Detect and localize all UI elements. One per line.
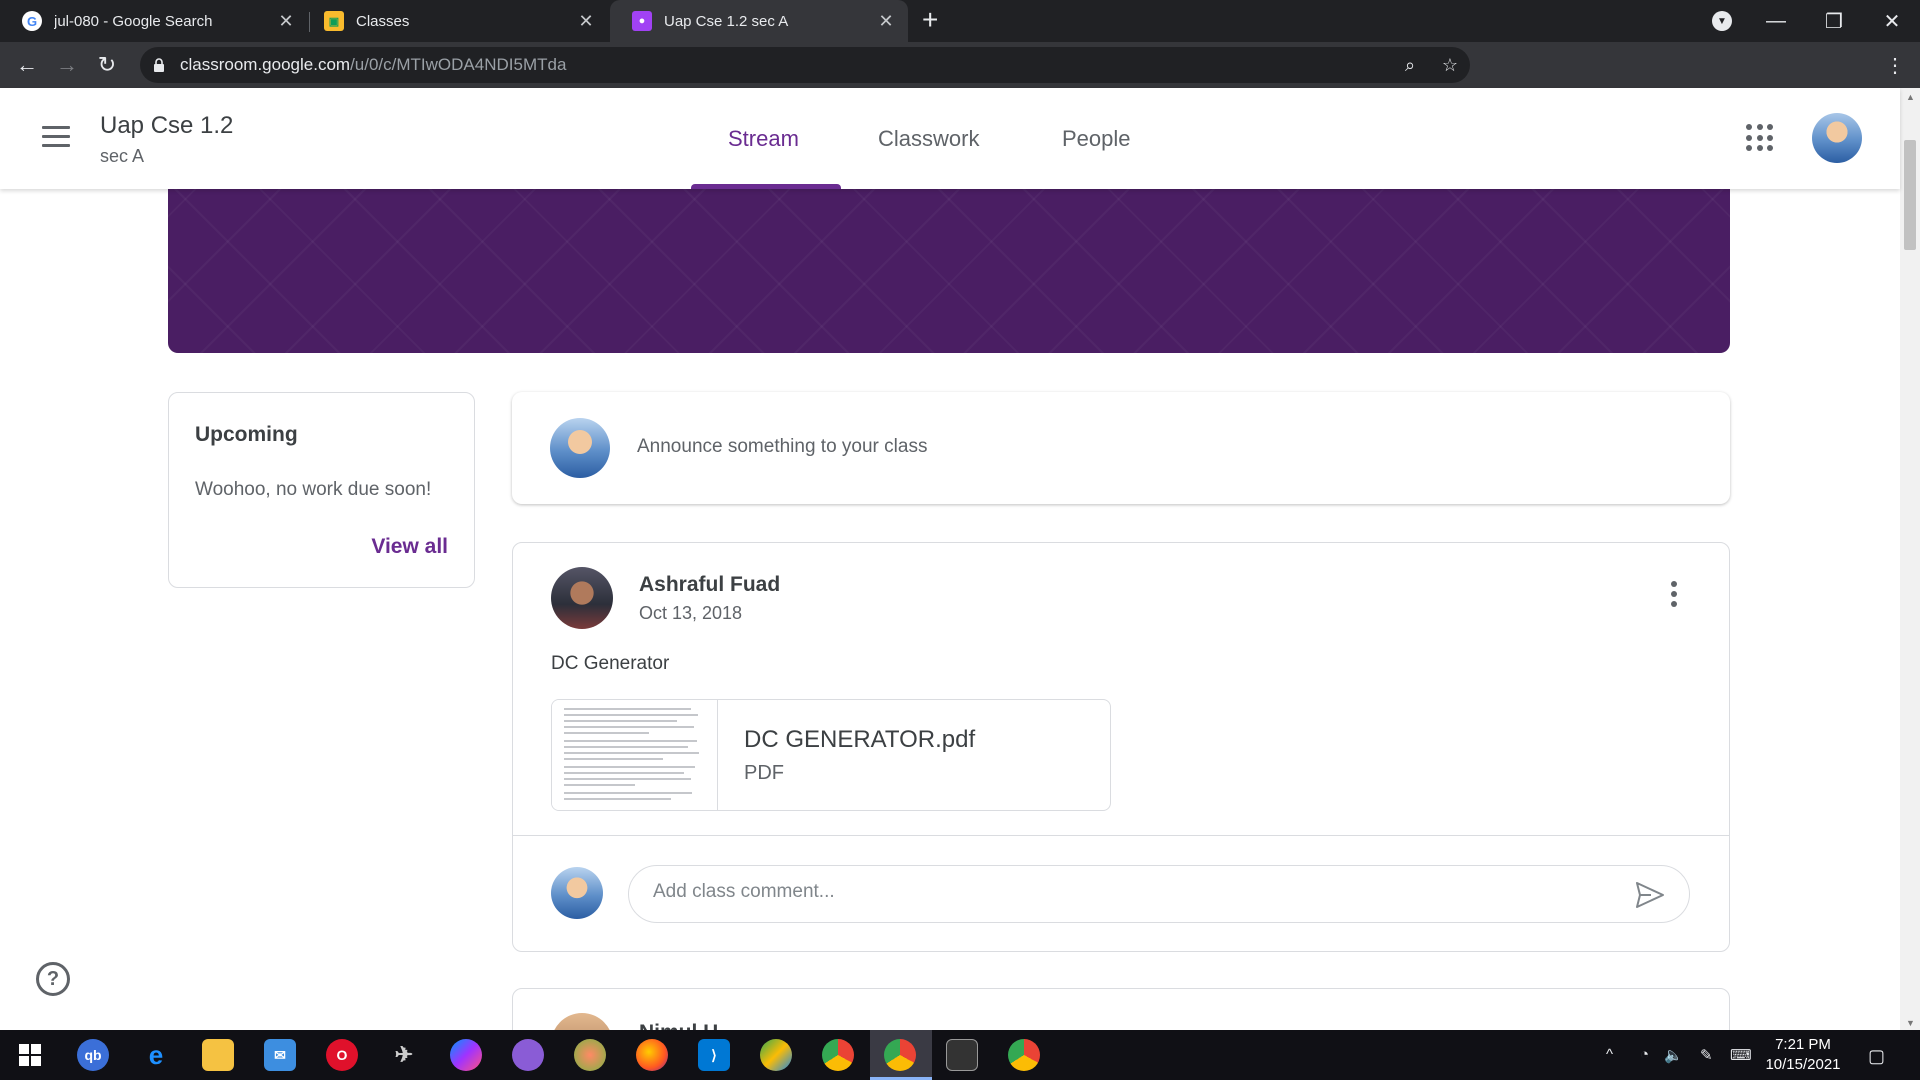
classroom-icon: ▣ xyxy=(324,11,344,31)
messenger-icon[interactable] xyxy=(450,1039,482,1071)
scroll-up-icon[interactable]: ▲ xyxy=(1906,92,1915,102)
scrollbar[interactable]: ▲ ▼ xyxy=(1900,88,1920,1030)
vscode-icon[interactable]: ⟩ xyxy=(698,1039,730,1071)
tab-search-icon[interactable]: ▼ xyxy=(1712,11,1732,31)
post-author: Ashraful Fuad xyxy=(639,573,781,596)
view-all-link[interactable]: View all xyxy=(371,535,448,559)
terminal-icon[interactable] xyxy=(946,1039,978,1071)
announce-placeholder[interactable]: Announce something to your class xyxy=(637,436,927,458)
restore-icon[interactable]: ❐ xyxy=(1804,0,1864,42)
close-tab-icon[interactable]: ✕ xyxy=(272,11,300,32)
class-title[interactable]: Uap Cse 1.2 xyxy=(100,112,233,140)
post-date: Oct 13, 2018 xyxy=(639,603,743,623)
attachment-name: DC GENERATOR.pdf xyxy=(744,726,976,753)
post-body: DC Generator xyxy=(551,653,670,674)
bookmark-star-icon[interactable]: ☆ xyxy=(1430,55,1470,76)
paint-icon[interactable] xyxy=(574,1039,606,1071)
more-options-icon[interactable] xyxy=(1671,581,1677,611)
scrollbar-thumb[interactable] xyxy=(1904,140,1916,250)
pdf-thumbnail xyxy=(552,700,718,810)
tab-google-search[interactable]: G jul-080 - Google Search ✕ xyxy=(0,0,308,42)
announce-box[interactable]: Announce something to your class xyxy=(512,392,1730,504)
stream-page: Upcoming Woohoo, no work due soon! View … xyxy=(0,88,1900,1030)
taskbar-clock[interactable]: 7:21 PM 10/15/2021 xyxy=(1758,1035,1848,1075)
opera-icon[interactable]: O xyxy=(326,1039,358,1071)
clock-date: 10/15/2021 xyxy=(1765,1056,1841,1073)
comment-field[interactable] xyxy=(628,865,1690,923)
chrome-profile-icon[interactable] xyxy=(1008,1039,1040,1071)
active-tab-indicator xyxy=(691,184,841,189)
stream-post: Nimul H... xyxy=(512,988,1730,1030)
qbittorrent-icon[interactable]: qb xyxy=(77,1039,109,1071)
classroom-class-icon: ● xyxy=(632,11,652,31)
zoom-icon[interactable]: ⌕ xyxy=(1390,55,1430,76)
stream-post: Ashraful Fuad Oct 13, 2018 DC Generator … xyxy=(512,542,1730,952)
satellite-icon[interactable]: ✈ xyxy=(388,1039,420,1071)
windows-start-icon[interactable] xyxy=(14,1039,46,1071)
tab-classwork[interactable]: Classwork xyxy=(878,126,979,152)
close-window-icon[interactable]: ✕ xyxy=(1862,0,1920,42)
volume-icon[interactable]: 🔈 xyxy=(1664,1046,1683,1064)
chrome-active-icon[interactable] xyxy=(884,1039,916,1071)
windows-taskbar: qb e ✉ O ✈ ⟩ ^ ◔ 🔈 ✎ ⌨ 7:21 PM 10/15/202… xyxy=(0,1030,1920,1080)
google-apps-icon[interactable] xyxy=(1746,124,1774,152)
send-icon[interactable] xyxy=(1635,881,1665,909)
tab-uap-cse[interactable]: ● Uap Cse 1.2 sec A ✕ xyxy=(610,0,908,42)
divider xyxy=(513,835,1729,836)
tab-title: jul-080 - Google Search xyxy=(54,12,213,30)
account-avatar[interactable] xyxy=(1812,113,1862,163)
eclipse-icon[interactable] xyxy=(760,1039,792,1071)
notifications-icon[interactable]: ▢ xyxy=(1868,1046,1885,1067)
tab-title: Uap Cse 1.2 sec A xyxy=(664,12,789,30)
github-icon[interactable] xyxy=(512,1039,544,1071)
scroll-down-icon[interactable]: ▼ xyxy=(1906,1018,1915,1028)
avatar xyxy=(551,867,603,919)
clock-time: 7:21 PM xyxy=(1775,1036,1831,1053)
attachment-type: PDF xyxy=(744,762,784,784)
url-host: classroom.google.com xyxy=(180,55,351,74)
upcoming-title: Upcoming xyxy=(195,423,298,446)
main-menu-icon[interactable] xyxy=(42,126,70,153)
author-avatar xyxy=(551,1013,613,1030)
pen-icon[interactable]: ✎ xyxy=(1700,1046,1713,1064)
address-bar[interactable]: classroom.google.com/u/0/c/MTIwODA4NDI5M… xyxy=(140,47,1470,83)
mail-icon[interactable]: ✉ xyxy=(264,1039,296,1071)
author-avatar xyxy=(551,567,613,629)
chrome-menu-icon[interactable]: ⋮ xyxy=(1880,50,1910,80)
browser-toolbar: ← → ↻ classroom.google.com/u/0/c/MTIwODA… xyxy=(0,42,1920,121)
tab-title: Classes xyxy=(356,12,410,30)
back-icon[interactable]: ← xyxy=(12,50,42,80)
upcoming-card: Upcoming Woohoo, no work due soon! View … xyxy=(168,392,475,588)
file-explorer-icon[interactable] xyxy=(202,1039,234,1071)
wifi-icon[interactable]: ◔ xyxy=(1640,1046,1649,1063)
edge-icon[interactable]: e xyxy=(140,1039,172,1071)
url-path: /u/0/c/MTIwODA4NDI5MTda xyxy=(350,55,567,74)
class-section: sec A xyxy=(100,146,145,166)
post-author: Nimul H... xyxy=(639,1021,736,1030)
close-tab-icon[interactable]: ✕ xyxy=(872,11,900,32)
tray-chevron-icon[interactable]: ^ xyxy=(1606,1046,1613,1063)
google-g-icon: G xyxy=(22,11,42,31)
url-text: classroom.google.com/u/0/c/MTIwODA4NDI5M… xyxy=(180,55,1390,75)
lock-icon xyxy=(154,58,164,72)
tab-people[interactable]: People xyxy=(1062,126,1131,152)
upcoming-empty-text: Woohoo, no work due soon! xyxy=(195,479,432,500)
avatar xyxy=(550,418,610,478)
help-icon[interactable]: ? xyxy=(36,962,70,996)
minimize-icon[interactable]: — xyxy=(1746,0,1806,42)
new-tab-icon[interactable]: + xyxy=(922,4,938,36)
comment-input[interactable] xyxy=(653,881,1613,903)
browser-tab-bar: G jul-080 - Google Search ✕ ▣ Classes ✕ … xyxy=(0,0,1920,42)
keyboard-icon[interactable]: ⌨ xyxy=(1730,1046,1752,1064)
forward-icon[interactable]: → xyxy=(52,50,82,80)
chrome-icon[interactable] xyxy=(822,1039,854,1071)
classroom-header: Uap Cse 1.2 sec A Stream Classwork Peopl… xyxy=(0,88,1900,189)
attachment-card[interactable]: DC GENERATOR.pdf PDF xyxy=(551,699,1111,811)
tab-classes[interactable]: ▣ Classes ✕ xyxy=(302,0,608,42)
firefox-icon[interactable] xyxy=(636,1039,668,1071)
reload-icon[interactable]: ↻ xyxy=(92,50,122,80)
close-tab-icon[interactable]: ✕ xyxy=(572,11,600,32)
tab-stream[interactable]: Stream xyxy=(728,126,799,152)
